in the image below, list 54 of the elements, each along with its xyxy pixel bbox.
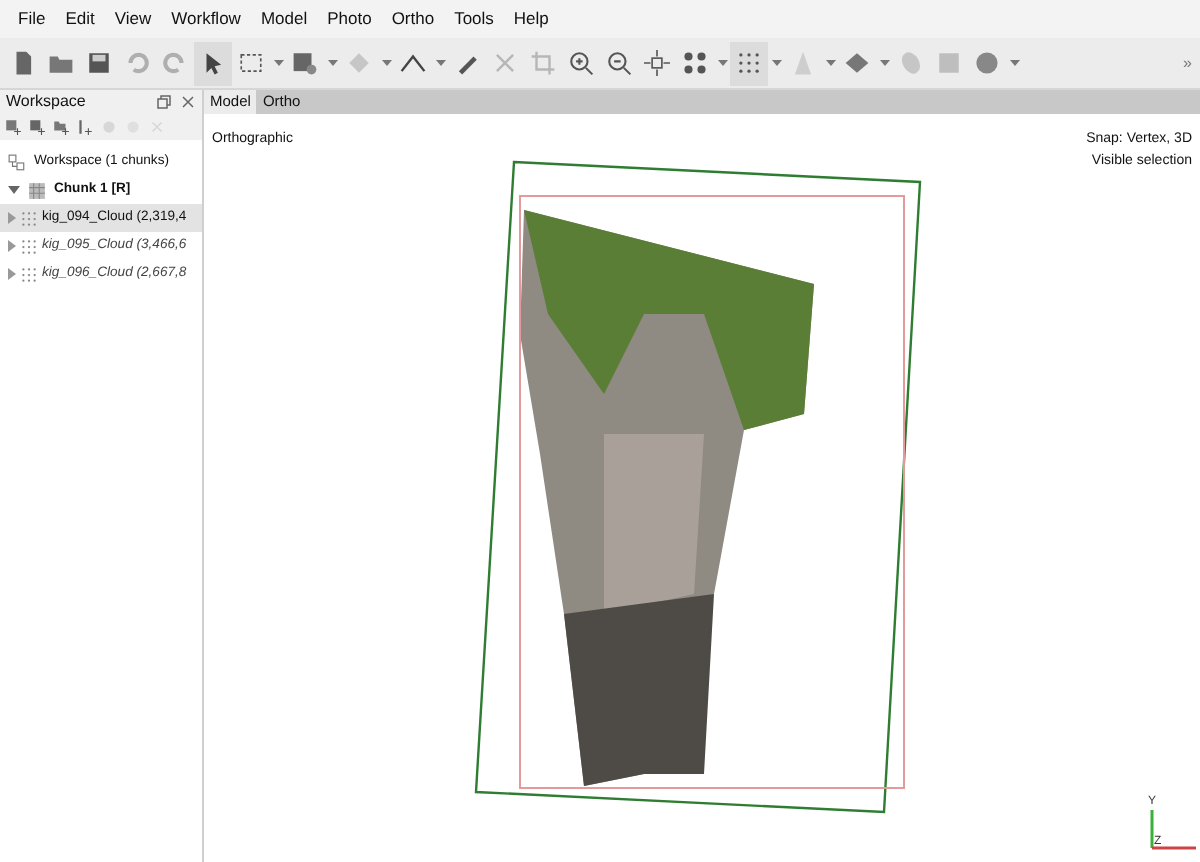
expand-arrow-icon[interactable] xyxy=(8,240,16,252)
crop-icon xyxy=(530,50,556,76)
point-cloud-icon xyxy=(20,209,38,227)
menu-item[interactable]: Tools xyxy=(444,0,504,38)
menu-item[interactable]: Photo xyxy=(317,0,382,38)
menu-item[interactable]: View xyxy=(104,0,162,38)
x-axis-line xyxy=(1152,846,1196,850)
dot-grid-icon xyxy=(736,50,762,76)
add-marker-icon[interactable] xyxy=(76,118,94,136)
expand-arrow-icon[interactable] xyxy=(8,212,16,224)
caret-icon[interactable] xyxy=(717,60,727,66)
move-icon xyxy=(644,50,670,76)
caret-icon[interactable] xyxy=(435,60,445,66)
zoom-in-icon xyxy=(568,50,594,76)
chunk-icon xyxy=(28,181,46,199)
caret-icon[interactable] xyxy=(879,60,889,66)
undo-icon xyxy=(124,50,150,76)
add-chunk-icon[interactable] xyxy=(4,118,22,136)
menu-item[interactable]: Edit xyxy=(55,0,105,38)
redo-icon xyxy=(162,50,188,76)
float-window-icon[interactable] xyxy=(156,94,172,110)
save-icon xyxy=(86,50,112,76)
point-cloud-icon xyxy=(20,265,38,283)
menu-item[interactable]: File xyxy=(8,0,56,38)
panel-title: Workspace xyxy=(6,90,86,114)
collapse-arrow-icon[interactable] xyxy=(8,184,20,196)
menu-item[interactable]: Workflow xyxy=(161,0,251,38)
mesh-icon xyxy=(844,50,870,76)
workspace-icon xyxy=(8,153,26,171)
add-photos-icon[interactable] xyxy=(28,118,46,136)
caret-icon[interactable] xyxy=(1009,60,1019,66)
point-cloud-icon xyxy=(20,237,38,255)
delete-icon xyxy=(492,50,518,76)
toolbar-button[interactable] xyxy=(194,41,232,85)
selection-rectangle-icon xyxy=(238,50,264,76)
blob-icon xyxy=(898,50,924,76)
y-axis-line xyxy=(1150,810,1154,848)
paint-icon xyxy=(292,50,318,76)
caret-icon[interactable] xyxy=(273,60,283,66)
expand-arrow-icon[interactable] xyxy=(8,268,16,280)
menu-item[interactable]: Model xyxy=(250,0,318,38)
menu-item[interactable]: Help xyxy=(503,0,559,38)
polyline-icon xyxy=(400,50,426,76)
pyramid-icon xyxy=(790,50,816,76)
zoom-out-icon xyxy=(606,50,632,76)
close-icon[interactable] xyxy=(180,94,196,110)
toolbar-button[interactable] xyxy=(730,41,768,85)
four-dots-icon xyxy=(682,50,708,76)
diamond-icon xyxy=(346,50,372,76)
caret-icon[interactable] xyxy=(771,60,781,66)
menu-item[interactable]: Ortho xyxy=(381,0,445,38)
add-folder-icon[interactable] xyxy=(52,118,70,136)
toolbar-overflow-button[interactable]: » xyxy=(1183,51,1192,75)
caret-icon[interactable] xyxy=(327,60,337,66)
